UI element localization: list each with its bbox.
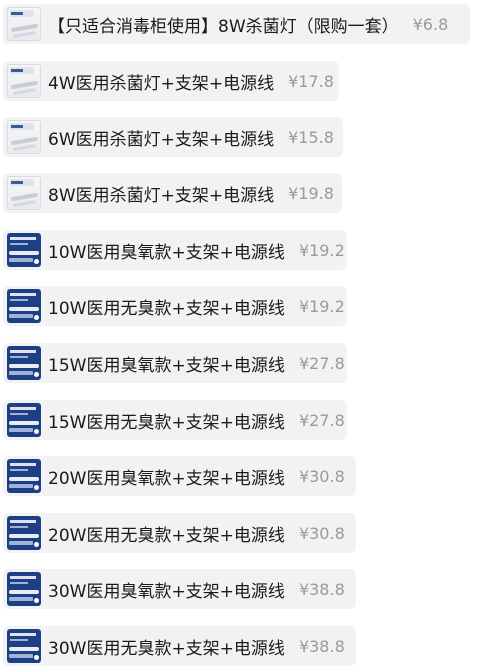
- product-thumbnail: [7, 572, 41, 606]
- sku-option[interactable]: 【只适合消毒柜使用】8W杀菌灯（限购一套） ¥6.8: [3, 4, 470, 44]
- product-thumbnail: [7, 459, 41, 493]
- sku-option-name: 4W医用杀菌灯+支架+电源线: [48, 73, 275, 94]
- product-thumbnail: [7, 7, 41, 41]
- sku-option-price: ¥38.8: [298, 579, 345, 599]
- sku-option-price: ¥19.2: [298, 240, 345, 260]
- sku-option-price: ¥19.8: [288, 183, 334, 203]
- sku-option-name: 15W医用无臭款+支架+电源线: [48, 412, 285, 433]
- sku-option-price: ¥19.2: [298, 296, 345, 316]
- sku-option-price: ¥30.8: [298, 523, 345, 543]
- sku-option[interactable]: 6W医用杀菌灯+支架+电源线 ¥15.8: [3, 117, 343, 157]
- sku-option-price: ¥6.8: [412, 14, 449, 34]
- sku-option-price: ¥17.8: [288, 71, 334, 91]
- sku-option[interactable]: 10W医用无臭款+支架+电源线 ¥19.2: [3, 286, 347, 326]
- sku-option-name: 30W医用无臭款+支架+电源线: [48, 638, 285, 659]
- sku-option-name: 8W医用杀菌灯+支架+电源线: [48, 185, 275, 206]
- sku-option-price: ¥38.8: [298, 636, 345, 656]
- sku-option[interactable]: 4W医用杀菌灯+支架+电源线 ¥17.8: [3, 61, 339, 101]
- sku-option[interactable]: 10W医用臭氧款+支架+电源线 ¥19.2: [3, 230, 347, 270]
- product-thumbnail: [7, 233, 41, 267]
- sku-option-name: 【只适合消毒柜使用】8W杀菌灯（限购一套）: [48, 16, 399, 37]
- sku-option[interactable]: 15W医用臭氧款+支架+电源线 ¥27.8: [3, 343, 347, 383]
- sku-option-name: 20W医用臭氧款+支架+电源线: [48, 468, 285, 489]
- sku-option-price: ¥27.8: [298, 353, 345, 373]
- sku-option[interactable]: 30W医用无臭款+支架+电源线 ¥38.8: [3, 626, 356, 666]
- sku-option[interactable]: 15W医用无臭款+支架+电源线 ¥27.8: [3, 400, 347, 440]
- sku-option-price: ¥27.8: [298, 410, 345, 430]
- sku-option-name: 6W医用杀菌灯+支架+电源线: [48, 129, 275, 150]
- product-thumbnail: [7, 289, 41, 323]
- sku-option-price: ¥30.8: [298, 466, 345, 486]
- sku-option-price: ¥15.8: [288, 127, 334, 147]
- sku-option-name: 20W医用无臭款+支架+电源线: [48, 525, 285, 546]
- product-thumbnail: [7, 64, 41, 98]
- sku-option[interactable]: 8W医用杀菌灯+支架+电源线 ¥19.8: [3, 173, 342, 213]
- product-thumbnail: [7, 176, 41, 210]
- sku-option[interactable]: 20W医用无臭款+支架+电源线 ¥30.8: [3, 513, 356, 553]
- product-thumbnail: [7, 516, 41, 550]
- sku-option[interactable]: 30W医用臭氧款+支架+电源线 ¥38.8: [3, 569, 356, 609]
- sku-option-name: 10W医用无臭款+支架+电源线: [48, 298, 285, 319]
- sku-option-name: 15W医用臭氧款+支架+电源线: [48, 355, 285, 376]
- product-thumbnail: [7, 346, 41, 380]
- sku-option[interactable]: 20W医用臭氧款+支架+电源线 ¥30.8: [3, 456, 356, 496]
- sku-option-name: 30W医用臭氧款+支架+电源线: [48, 581, 285, 602]
- product-thumbnail: [7, 403, 41, 437]
- sku-option-name: 10W医用臭氧款+支架+电源线: [48, 242, 285, 263]
- product-thumbnail: [7, 120, 41, 154]
